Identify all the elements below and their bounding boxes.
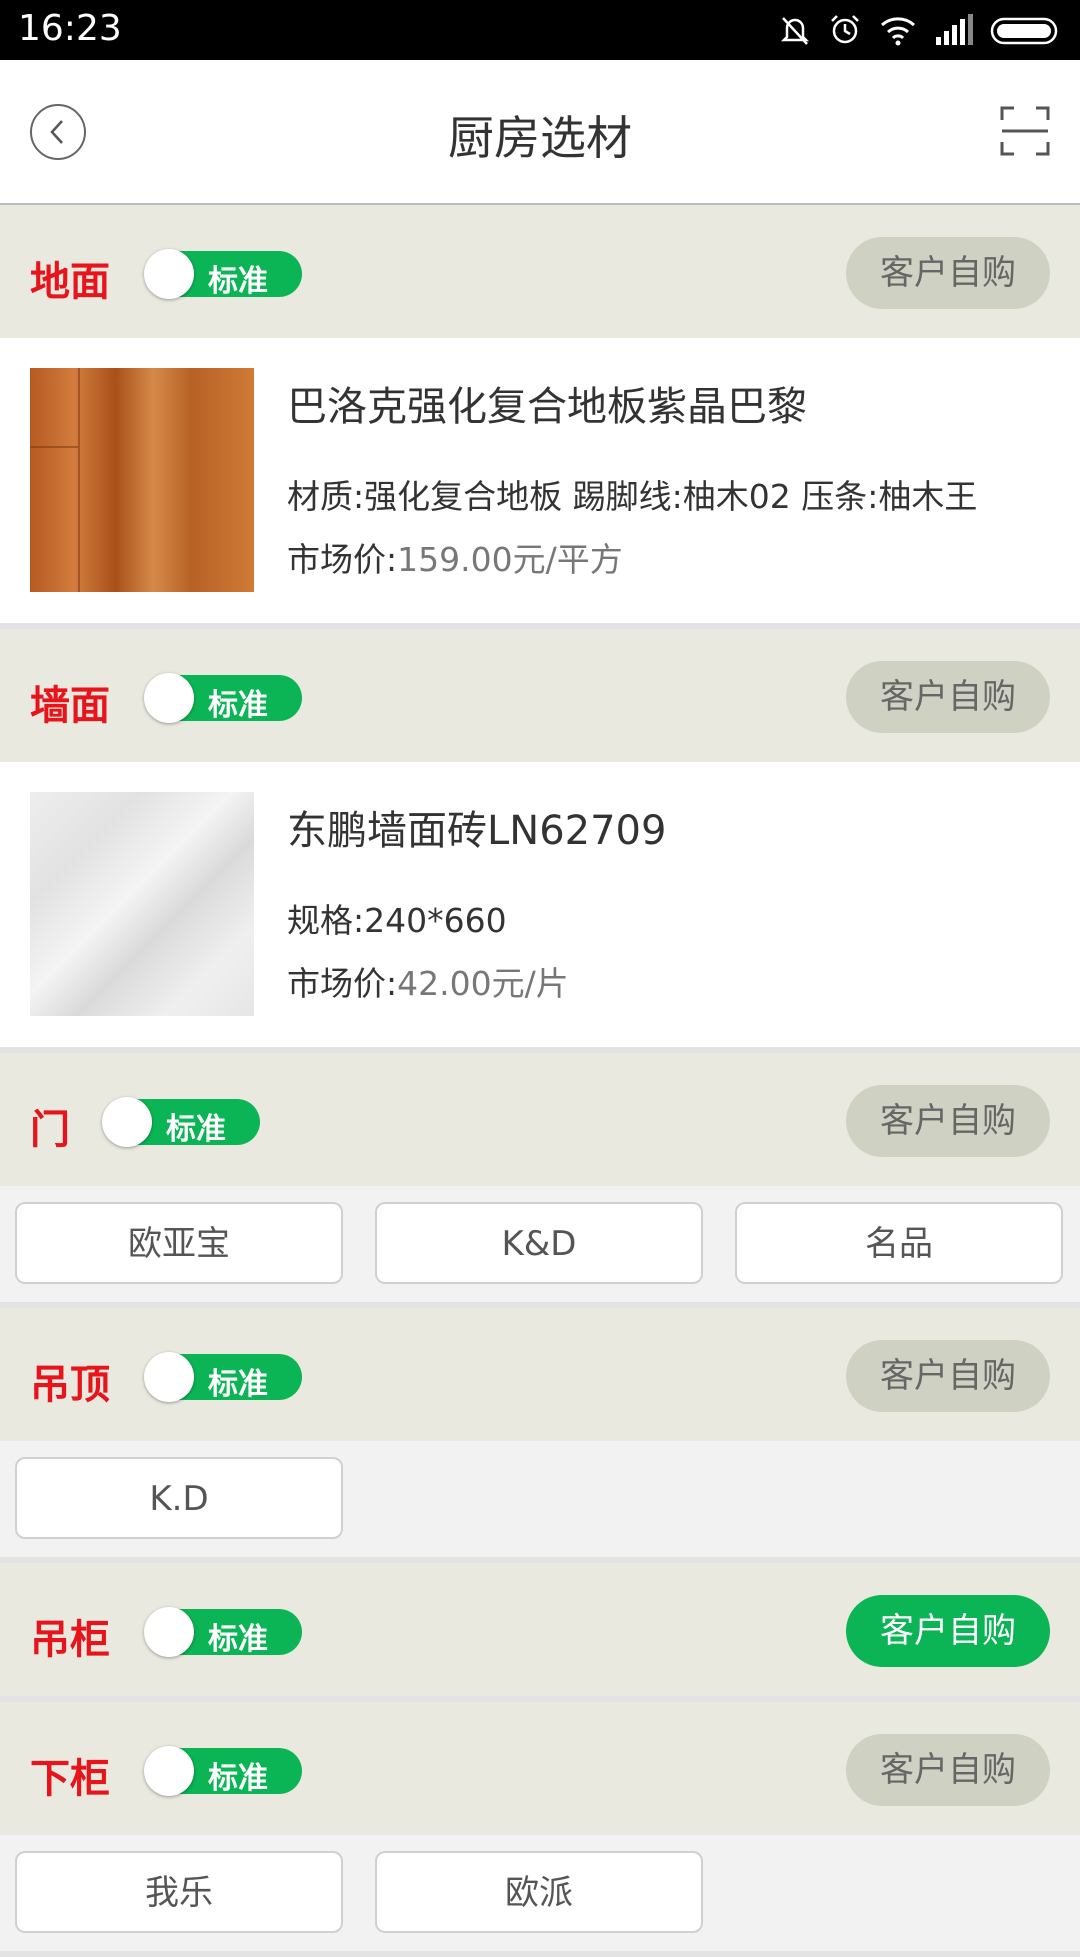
product-price: 市场价:42.00元/片 bbox=[287, 957, 569, 1005]
toggle-label: 标准 bbox=[208, 1761, 268, 1796]
scan-icon[interactable] bbox=[1000, 106, 1050, 156]
price-label: 市场价: bbox=[287, 964, 398, 1003]
section-header-base-cabinet: 下柜 标准 客户自购 bbox=[0, 1702, 1080, 1835]
self-purchase-button[interactable]: 客户自购 bbox=[846, 1595, 1050, 1667]
standard-toggle[interactable]: 标准 bbox=[144, 1746, 302, 1796]
standard-toggle[interactable]: 标准 bbox=[102, 1097, 260, 1147]
self-purchase-button[interactable]: 客户自购 bbox=[846, 661, 1050, 733]
brand-option-button[interactable]: 我乐 bbox=[15, 1851, 343, 1933]
section-title: 地面 bbox=[30, 259, 110, 305]
brand-option-button[interactable]: K&D bbox=[375, 1202, 703, 1284]
section-header-floor: 地面 标准 客户自购 bbox=[0, 205, 1080, 338]
brand-options: 欧亚宝 K&D 名品 bbox=[0, 1186, 1080, 1308]
page-title: 厨房选材 bbox=[448, 111, 632, 165]
status-icons bbox=[778, 10, 1062, 50]
section-title: 吊柜 bbox=[30, 1617, 110, 1663]
section-title: 墙面 bbox=[30, 683, 110, 729]
standard-toggle[interactable]: 标准 bbox=[144, 673, 302, 723]
standard-toggle[interactable]: 标准 bbox=[144, 1607, 302, 1657]
wifi-icon bbox=[881, 17, 915, 46]
status-time: 16:23 bbox=[18, 8, 122, 49]
signal-icon bbox=[936, 14, 973, 45]
toggle-knob bbox=[144, 1746, 194, 1796]
toggle-label: 标准 bbox=[208, 264, 268, 299]
alarm-icon bbox=[831, 15, 859, 44]
price-value: 159.00元/平方 bbox=[397, 540, 623, 579]
product-name: 巴洛克强化复合地板紫晶巴黎 bbox=[287, 384, 807, 430]
toggle-knob bbox=[102, 1097, 152, 1147]
section-header-wall-cabinet: 吊柜 标准 客户自购 bbox=[0, 1563, 1080, 1702]
toggle-knob bbox=[144, 673, 194, 723]
self-purchase-button[interactable]: 客户自购 bbox=[846, 1085, 1050, 1157]
toggle-knob bbox=[144, 1352, 194, 1402]
price-value: 42.00元/片 bbox=[397, 964, 569, 1003]
brand-option-button[interactable]: 欧派 bbox=[375, 1851, 703, 1933]
toggle-label: 标准 bbox=[208, 1367, 268, 1402]
product-card[interactable]: 东鹏墙面砖LN62709 规格:240*660 市场价:42.00元/片 bbox=[0, 762, 1080, 1053]
self-purchase-button[interactable]: 客户自购 bbox=[846, 1734, 1050, 1806]
price-label: 市场价: bbox=[287, 540, 398, 579]
product-card[interactable]: 巴洛克强化复合地板紫晶巴黎 材质:强化复合地板 踢脚线:柚木02 压条:柚木王 … bbox=[0, 338, 1080, 629]
mute-bell-icon bbox=[780, 17, 810, 45]
section-header-wall: 墙面 标准 客户自购 bbox=[0, 629, 1080, 762]
product-attributes: 规格:240*660 bbox=[287, 901, 507, 940]
product-image bbox=[30, 368, 254, 592]
toggle-label: 标准 bbox=[208, 1622, 268, 1657]
section-title: 下柜 bbox=[30, 1756, 110, 1802]
toggle-knob bbox=[144, 1607, 194, 1657]
product-attributes: 材质:强化复合地板 踢脚线:柚木02 压条:柚木王 bbox=[287, 477, 978, 516]
material-list: 地面 标准 客户自购 巴洛克强化复合地板紫晶巴黎 材质:强化复合地板 踢脚线:柚… bbox=[0, 205, 1080, 1957]
section-title: 门 bbox=[30, 1107, 70, 1153]
section-header-ceiling: 吊顶 标准 客户自购 bbox=[0, 1308, 1080, 1441]
self-purchase-button[interactable]: 客户自购 bbox=[846, 237, 1050, 309]
product-price: 市场价:159.00元/平方 bbox=[287, 533, 623, 581]
section-title: 吊顶 bbox=[30, 1362, 110, 1408]
toggle-knob bbox=[144, 249, 194, 299]
product-image bbox=[30, 792, 254, 1016]
status-bar: 16:23 bbox=[0, 0, 1080, 60]
toggle-label: 标准 bbox=[166, 1112, 226, 1147]
brand-option-button[interactable]: 名品 bbox=[735, 1202, 1063, 1284]
standard-toggle[interactable]: 标准 bbox=[144, 1352, 302, 1402]
brand-options: K.D bbox=[0, 1441, 1080, 1563]
brand-option-button[interactable]: 欧亚宝 bbox=[15, 1202, 343, 1284]
app-bar: 厨房选材 bbox=[0, 60, 1080, 205]
brand-options: 我乐 欧派 bbox=[0, 1835, 1080, 1957]
standard-toggle[interactable]: 标准 bbox=[144, 249, 302, 299]
section-header-door: 门 标准 客户自购 bbox=[0, 1053, 1080, 1186]
battery-icon bbox=[990, 17, 1058, 45]
product-name: 东鹏墙面砖LN62709 bbox=[287, 808, 667, 854]
self-purchase-button[interactable]: 客户自购 bbox=[846, 1340, 1050, 1412]
brand-option-button[interactable]: K.D bbox=[15, 1457, 343, 1539]
toggle-label: 标准 bbox=[208, 688, 268, 723]
